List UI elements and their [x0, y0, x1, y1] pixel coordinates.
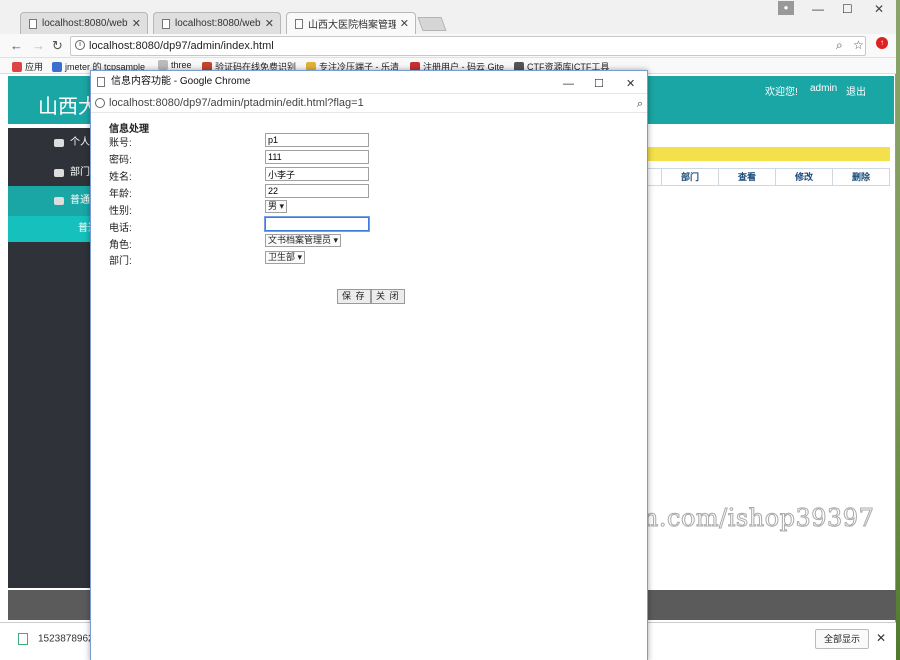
notice-bar	[646, 147, 890, 161]
forward-icon[interactable]: →	[32, 38, 45, 53]
name-label: 姓名:	[109, 172, 132, 183]
address-text: localhost:8080/dp97/admin/index.html	[89, 40, 274, 52]
tab-title: 山西大医院档案管理信息	[308, 20, 396, 31]
extension-icon[interactable]: ↑	[876, 37, 888, 49]
close-icon[interactable]: ✕	[132, 17, 141, 30]
tab-strip: localhost:8080/webtoo ✕ localhost:8080/w…	[0, 0, 896, 34]
page-icon	[158, 60, 168, 70]
popup-address-bar[interactable]: localhost:8080/dp97/admin/ptadmin/edit.h…	[91, 93, 647, 113]
close-button[interactable]: 关 闭	[371, 289, 405, 304]
info-icon[interactable]: i	[75, 40, 85, 50]
grid-col	[647, 169, 661, 185]
page-icon	[295, 18, 303, 29]
shield-icon	[52, 61, 62, 72]
save-button[interactable]: 保 存	[337, 289, 371, 304]
grid-header: 部门 查看 修改 删除	[646, 168, 890, 186]
page-icon	[162, 18, 170, 29]
browser-toolbar: ← → ↻ i localhost:8080/dp97/admin/index.…	[0, 34, 896, 58]
tab-title: localhost:8080/webtoo	[175, 18, 261, 29]
apps-grid-icon	[12, 61, 22, 72]
role-select[interactable]: 文书档案管理员 ▾	[265, 234, 342, 247]
reload-icon[interactable]: ↻	[52, 38, 63, 54]
stack-icon	[54, 197, 64, 205]
new-tab-button[interactable]	[417, 17, 447, 31]
dept-select[interactable]: 卫生部 ▾	[265, 251, 306, 264]
file-icon	[18, 633, 28, 645]
account-label: 账号:	[109, 138, 132, 149]
page-icon	[29, 18, 37, 29]
gender-select[interactable]: 男 ▾	[265, 200, 288, 213]
password-label: 密码:	[109, 155, 132, 166]
browser-tab-3[interactable]: 山西大医院档案管理信息 ✕	[286, 12, 416, 34]
minimize-icon[interactable]: —	[812, 2, 824, 16]
popup-window: 信息内容功能 - Google Chrome — ☐ ✕ localhost:8…	[90, 70, 648, 660]
role-label: 角色:	[109, 240, 132, 251]
phone-input[interactable]	[264, 216, 370, 232]
stack-icon	[54, 139, 64, 147]
zoom-icon[interactable]: ⌕	[637, 95, 643, 113]
browser-tab-1[interactable]: localhost:8080/webtoo ✕	[20, 12, 148, 34]
download-item[interactable]: 1523878962	[18, 633, 94, 645]
logout-link[interactable]: 退出	[846, 83, 866, 98]
welcome-text: 欢迎您!	[765, 87, 798, 98]
window-close-icon[interactable]: ✕	[874, 2, 884, 16]
close-icon[interactable]: ✕	[265, 17, 274, 30]
account-input[interactable]	[265, 133, 369, 147]
popup-title: 信息内容功能 - Google Chrome	[111, 76, 251, 87]
show-all-button[interactable]: 全部显示	[815, 629, 869, 649]
age-input[interactable]	[265, 184, 369, 198]
password-input[interactable]	[265, 150, 369, 164]
address-bar[interactable]: i localhost:8080/dp97/admin/index.html	[70, 36, 866, 56]
popup-address-text: localhost:8080/dp97/admin/ptadmin/edit.h…	[109, 97, 364, 109]
bookmark-apps[interactable]: 应用	[12, 60, 43, 73]
maximize-icon[interactable]: ☐	[842, 2, 853, 16]
bookmark-star-icon[interactable]: ☆	[853, 38, 864, 52]
maximize-icon[interactable]: ☐	[594, 73, 604, 95]
gender-label: 性别:	[109, 206, 132, 217]
app-title: 山西大	[38, 96, 98, 118]
age-label: 年龄:	[109, 189, 132, 200]
close-icon[interactable]: ✕	[400, 17, 409, 30]
grid-col-dept: 部门	[661, 169, 718, 185]
grid-col-view: 查看	[718, 169, 775, 185]
grid-col-delete: 删除	[832, 169, 889, 185]
window-close-icon[interactable]: ✕	[626, 73, 635, 95]
info-icon[interactable]	[95, 98, 105, 108]
back-icon[interactable]: ←	[10, 38, 23, 53]
minimize-icon[interactable]: —	[563, 73, 574, 95]
user-link[interactable]: admin	[810, 83, 837, 94]
zoom-icon[interactable]: ⌕	[836, 38, 843, 53]
close-icon[interactable]: ✕	[876, 631, 886, 645]
stack-icon	[54, 169, 64, 177]
tab-title: localhost:8080/webtoo	[42, 18, 128, 29]
phone-label: 电话:	[109, 223, 132, 234]
popup-titlebar: 信息内容功能 - Google Chrome — ☐ ✕	[91, 71, 647, 93]
page-icon	[97, 77, 105, 87]
grid-col-edit: 修改	[775, 169, 832, 185]
name-input[interactable]	[265, 167, 369, 181]
browser-tab-2[interactable]: localhost:8080/webtoo ✕	[153, 12, 281, 34]
user-profile-icon[interactable]: ●	[778, 1, 794, 15]
dept-label: 部门:	[109, 256, 132, 267]
form-title: 信息处理	[109, 124, 149, 135]
bookmark-item[interactable]: three	[158, 60, 192, 70]
